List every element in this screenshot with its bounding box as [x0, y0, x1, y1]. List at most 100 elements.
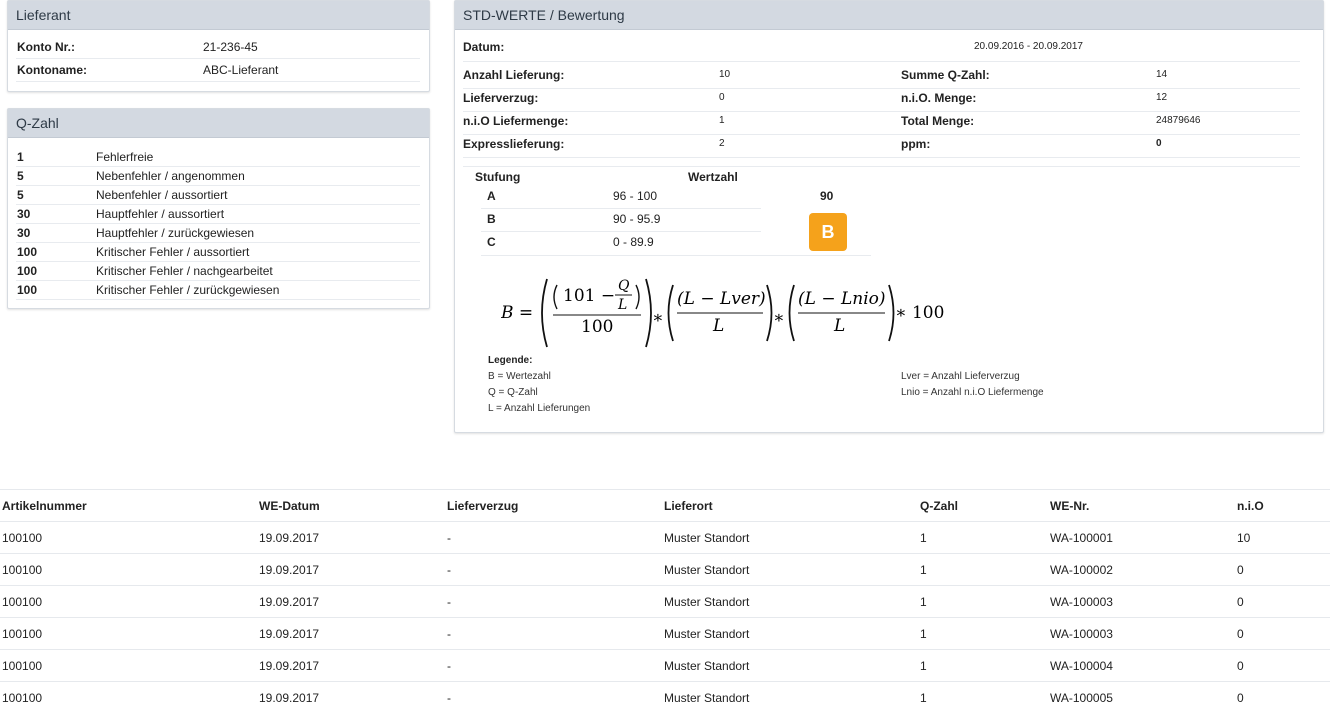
formula-lhs: B =	[501, 303, 533, 323]
cell-lieferort: Muster Standort	[664, 691, 750, 705]
col-qzahl[interactable]: Q-Zahl	[920, 490, 958, 522]
col-we-datum[interactable]: WE-Datum	[259, 490, 320, 522]
col-lieferverzug[interactable]: Lieferverzug	[447, 490, 518, 522]
col-lieferort[interactable]: Lieferort	[664, 490, 713, 522]
qzahl-number: 1	[17, 150, 24, 164]
qzahl-text: Kritischer Fehler / zurückgewiesen	[96, 283, 280, 297]
lieferverzug-value: 0	[719, 92, 725, 103]
qzahl-number: 5	[17, 188, 24, 202]
total-menge-value: 24879646	[1156, 115, 1201, 126]
cell-we-datum: 19.09.2017	[259, 659, 320, 673]
formula-101: 101 −	[563, 286, 615, 306]
table-row[interactable]: 100100 19.09.2017 - Muster Standort 1 WA…	[0, 521, 1330, 553]
std-werte-panel: STD-WERTE / Bewertung Datum: 20.09.2016 …	[454, 0, 1324, 433]
formula-times-2: ∗	[773, 308, 785, 328]
qzahl-row: 100 Kritischer Fehler / zurückgewiesen	[16, 281, 420, 300]
table-row[interactable]: 100100 19.09.2017 - Muster Standort 1 WA…	[0, 649, 1330, 681]
formula-tail: ∗ 100	[895, 303, 944, 323]
nio-liefermenge-value: 1	[719, 115, 725, 126]
stufe-grade: B	[487, 212, 496, 226]
summe-qzahl-value: 14	[1156, 69, 1168, 80]
table-header-row: Artikelnummer WE-Datum Lieferverzug Lief…	[0, 489, 1330, 521]
cell-nio: 10	[1237, 531, 1251, 545]
cell-we-datum: 19.09.2017	[259, 691, 320, 705]
cell-qzahl: 1	[920, 595, 927, 609]
legend-item: B = Wertezahl	[488, 371, 551, 382]
qzahl-row: 30 Hauptfehler / aussortiert	[16, 205, 420, 224]
qzahl-text: Kritischer Fehler / aussortiert	[96, 245, 250, 259]
cell-nio: 0	[1237, 627, 1244, 641]
col-artikelnummer[interactable]: Artikelnummer	[2, 490, 87, 522]
kontoname-value: ABC-Lieferant	[203, 63, 279, 77]
total-menge-label: Total Menge:	[901, 114, 975, 128]
kontoname-row: Kontoname: ABC-Lieferant	[16, 59, 420, 82]
konto-nr-label: Konto Nr.:	[17, 40, 75, 54]
cell-artikelnummer: 100100	[2, 563, 43, 577]
cell-we-nr: WA-100004	[1050, 659, 1113, 673]
cell-nio: 0	[1237, 691, 1244, 705]
legend-item: L = Anzahl Lieferungen	[488, 403, 591, 414]
legend-item: Lver = Anzahl Lieferverzug	[901, 371, 1020, 382]
divider	[463, 157, 1300, 158]
expresslieferung-label: Expresslieferung:	[463, 137, 565, 151]
qzahl-number: 5	[17, 169, 24, 183]
std-panel-title: STD-WERTE / Bewertung	[455, 1, 1323, 30]
qzahl-text: Hauptfehler / zurückgewiesen	[96, 226, 255, 240]
summe-qzahl-label: Summe Q-Zahl:	[901, 68, 990, 82]
cell-lieferverzug: -	[447, 627, 451, 641]
qzahl-number: 30	[17, 207, 31, 221]
cell-qzahl: 1	[920, 627, 927, 641]
formula-den-2: L	[712, 316, 724, 336]
ppm-label: ppm:	[901, 137, 931, 151]
stufe-range: 0 - 89.9	[613, 235, 654, 249]
stufe-range: 90 - 95.9	[613, 212, 661, 226]
qzahl-number: 30	[17, 226, 31, 240]
cell-lieferort: Muster Standort	[664, 563, 750, 577]
cell-artikelnummer: 100100	[2, 531, 43, 545]
qzahl-row: 5 Nebenfehler / aussortiert	[16, 186, 420, 205]
stufe-grade: A	[487, 189, 496, 203]
divider	[463, 134, 1300, 135]
lieferant-panel-title: Lieferant	[8, 1, 429, 30]
cell-we-datum: 19.09.2017	[259, 627, 320, 641]
cell-lieferverzug: -	[447, 563, 451, 577]
cell-we-datum: 19.09.2017	[259, 531, 320, 545]
cell-we-nr: WA-100001	[1050, 531, 1113, 545]
lieferant-panel: Lieferant Konto Nr.: 21-236-45 Kontoname…	[7, 0, 430, 92]
divider	[463, 88, 1300, 89]
qzahl-text: Fehlerfreie	[96, 150, 154, 164]
qzahl-text: Hauptfehler / aussortiert	[96, 207, 225, 221]
cell-lieferverzug: -	[447, 659, 451, 673]
formula-num-2: (L − Lver)	[677, 289, 766, 309]
cell-we-datum: 19.09.2017	[259, 595, 320, 609]
kontoname-label: Kontoname:	[17, 63, 87, 77]
cell-artikelnummer: 100100	[2, 659, 43, 673]
nio-liefermenge-label: n.i.O Liefermenge:	[463, 114, 569, 128]
ppm-value: 0	[1156, 138, 1162, 149]
col-we-nr[interactable]: WE-Nr.	[1050, 490, 1089, 522]
table-row[interactable]: 100100 19.09.2017 - Muster Standort 1 WA…	[0, 617, 1330, 649]
formula: B = 101 − Q L 100 ∗ (L − Lver) L ∗ (L − …	[501, 278, 944, 348]
cell-artikelnummer: 100100	[2, 691, 43, 705]
wertzahl-header: Wertzahl	[688, 170, 738, 184]
table-row[interactable]: 100100 19.09.2017 - Muster Standort 1 WA…	[0, 585, 1330, 617]
divider	[463, 166, 1300, 167]
col-nio[interactable]: n.i.O	[1237, 490, 1264, 522]
anzahl-lieferung-value: 10	[719, 69, 731, 80]
cell-we-nr: WA-100002	[1050, 563, 1113, 577]
legend-item: Q = Q-Zahl	[488, 387, 538, 398]
qzahl-text: Nebenfehler / angenommen	[96, 169, 245, 183]
qzahl-number: 100	[17, 245, 38, 259]
cell-nio: 0	[1237, 595, 1244, 609]
legend-title: Legende:	[488, 355, 533, 366]
divider	[463, 61, 1300, 62]
stufe-grade: C	[487, 235, 496, 249]
qzahl-text: Nebenfehler / aussortiert	[96, 188, 228, 202]
lieferverzug-label: Lieferverzug:	[463, 91, 539, 105]
cell-lieferverzug: -	[447, 531, 451, 545]
legend-item: Lnio = Anzahl n.i.O Liefermenge	[901, 387, 1044, 398]
table-row[interactable]: 100100 19.09.2017 - Muster Standort 1 WA…	[0, 553, 1330, 585]
table-row[interactable]: 100100 19.09.2017 - Muster Standort 1 WA…	[0, 681, 1330, 711]
qzahl-row: 5 Nebenfehler / angenommen	[16, 167, 420, 186]
datum-label: Datum:	[463, 40, 505, 54]
